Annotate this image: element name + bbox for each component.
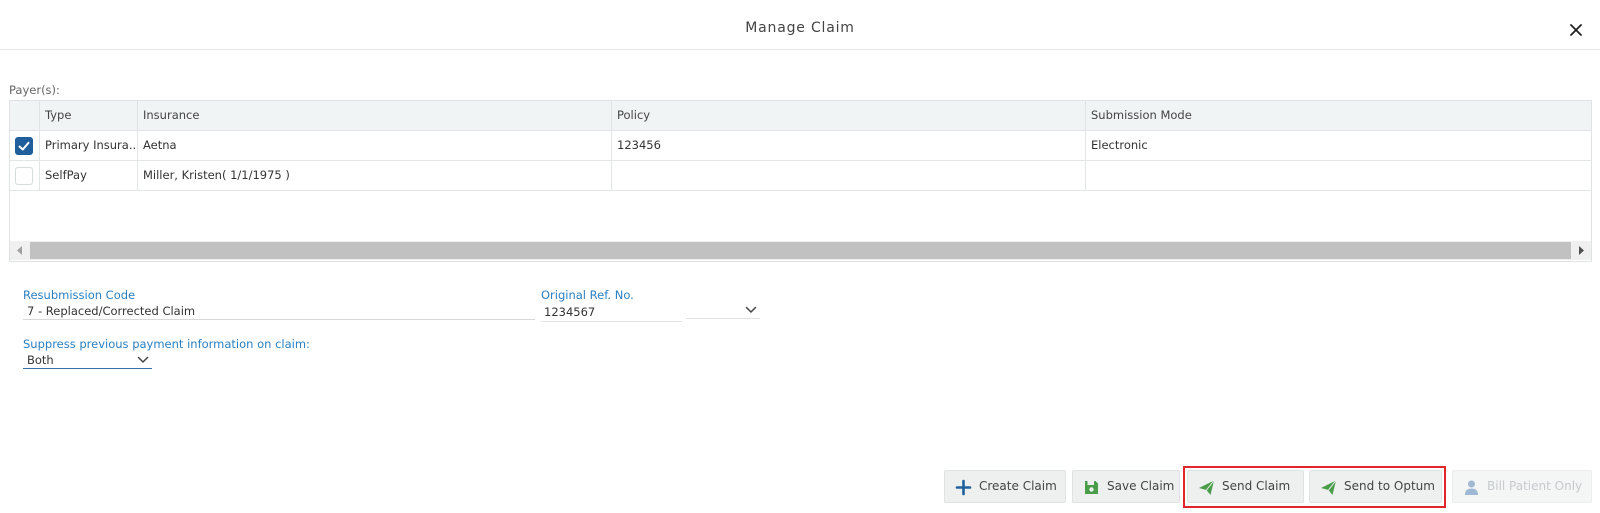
resubmission-code-value[interactable]: 7 - Replaced/Corrected Claim (27, 304, 195, 318)
scroll-right-icon[interactable] (1572, 241, 1591, 260)
save-icon (1085, 481, 1098, 494)
chevron-down-icon[interactable] (745, 305, 757, 315)
create-claim-label: Create Claim (979, 479, 1057, 493)
column-header-insurance[interactable]: Insurance (137, 101, 611, 130)
chevron-down-icon[interactable] (137, 355, 149, 365)
send-buttons-highlight (1183, 466, 1446, 508)
close-icon[interactable] (1568, 22, 1584, 38)
bill-patient-only-label: Bill Patient Only (1487, 479, 1583, 493)
checkmark-icon (18, 141, 30, 151)
plus-icon (955, 479, 972, 496)
cell-submission-mode (1085, 161, 1591, 190)
cell-type: SelfPay (39, 161, 137, 190)
suppress-payment-label: Suppress previous payment information on… (23, 337, 310, 351)
column-header-policy[interactable]: Policy (611, 101, 1085, 130)
resubmission-code-label: Resubmission Code (23, 288, 136, 302)
bill-patient-only-button[interactable]: Bill Patient Only (1452, 470, 1592, 503)
original-ref-underline (541, 321, 682, 322)
dropdown-underline (686, 318, 760, 319)
save-claim-button[interactable]: Save Claim (1072, 470, 1180, 503)
row-checkbox[interactable] (15, 167, 33, 185)
create-claim-button[interactable]: Create Claim (944, 470, 1066, 503)
cell-type: Primary Insura... (39, 131, 137, 160)
horizontal-scrollbar[interactable] (10, 241, 1591, 260)
dialog-header: Manage Claim (0, 0, 1600, 50)
cell-policy (611, 161, 1085, 190)
cell-insurance: Miller, Kristen( 1/1/1975 ) (137, 161, 611, 190)
cell-insurance: Aetna (137, 131, 611, 160)
column-header-submission-mode[interactable]: Submission Mode (1085, 101, 1591, 130)
original-ref-label: Original Ref. No. (541, 288, 634, 302)
payers-label: Payer(s): (9, 83, 60, 97)
suppress-payment-underline (23, 368, 152, 369)
suppress-payment-select[interactable]: Both (27, 353, 54, 367)
scroll-left-icon[interactable] (10, 241, 29, 260)
original-ref-input[interactable]: 1234567 (544, 305, 595, 319)
save-claim-label: Save Claim (1107, 479, 1175, 493)
table-row[interactable]: Primary Insura... Aetna 123456 Electroni… (10, 131, 1591, 161)
cell-submission-mode: Electronic (1085, 131, 1591, 160)
table-row[interactable]: SelfPay Miller, Kristen( 1/1/1975 ) (10, 161, 1591, 191)
grid-header: Type Insurance Policy Submission Mode (10, 101, 1591, 131)
resubmission-code-underline (23, 319, 535, 320)
row-checkbox[interactable] (15, 137, 33, 155)
cell-policy: 123456 (611, 131, 1085, 160)
payers-grid: Type Insurance Policy Submission Mode Pr… (9, 100, 1592, 262)
column-header-type[interactable]: Type (39, 101, 137, 130)
user-icon (1465, 480, 1478, 495)
dialog-title: Manage Claim (745, 20, 855, 36)
scrollbar-thumb[interactable] (30, 242, 1571, 259)
